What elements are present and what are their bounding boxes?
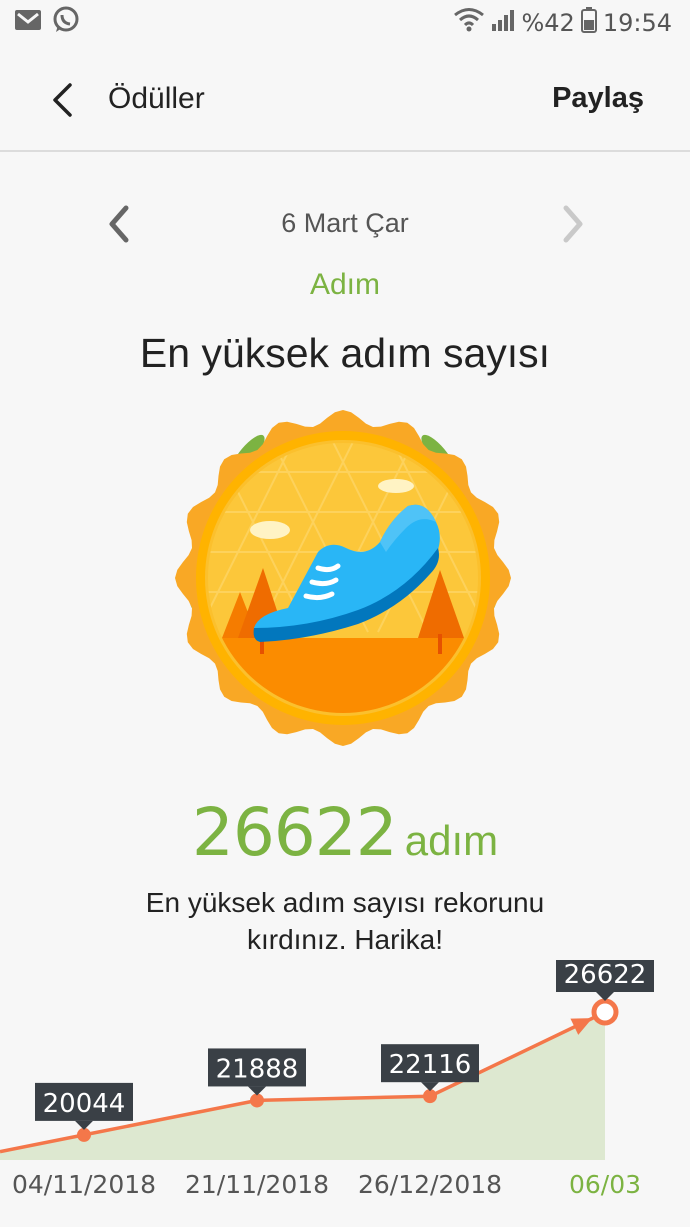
app-bar: Ödüller Paylaş — [0, 52, 690, 152]
battery-percent: %42 — [521, 9, 575, 37]
chart-point — [77, 1127, 91, 1142]
chart-value-label: 26622 — [556, 960, 654, 1002]
chart-value-label: 20044 — [35, 1082, 133, 1130]
back-button[interactable] — [40, 78, 84, 122]
running-shoe-medal-icon — [175, 410, 511, 746]
x-tick-label: 21/11/2018 — [185, 1170, 329, 1199]
chart-value-label: 21888 — [208, 1048, 306, 1096]
award-message: En yüksek adım sayısı rekorunu kırdınız.… — [145, 887, 545, 955]
chevron-left-icon — [53, 83, 72, 117]
x-tick-label: 26/12/2018 — [358, 1170, 502, 1199]
chart-point-current — [591, 998, 619, 1026]
step-count-unit: adım — [404, 817, 499, 864]
step-count-value: 26622 — [191, 794, 398, 871]
share-button[interactable]: Paylaş — [552, 82, 644, 115]
date-navigator: 6 Mart Çar — [0, 196, 690, 256]
page-title: Ödüller — [108, 82, 205, 115]
x-tick-label: 04/11/2018 — [12, 1170, 156, 1199]
svg-text:20044: 20044 — [43, 1089, 126, 1119]
signal-icon — [491, 8, 515, 38]
award-category: Adım — [309, 268, 381, 301]
svg-text:22116: 22116 — [389, 1050, 472, 1080]
award-title: En yüksek adım sayısı — [139, 330, 551, 376]
chart-point — [423, 1089, 437, 1104]
battery-icon — [580, 7, 597, 39]
gmail-icon — [14, 9, 42, 37]
step-history-chart: 20044 04/11/2018 21888 21/11/2018 22116 26/12… — [0, 960, 654, 1199]
wifi-icon — [453, 7, 485, 39]
step-count: 26622 adım — [0, 794, 690, 871]
svg-text:26622: 26622 — [564, 960, 647, 990]
chart-point — [250, 1093, 264, 1108]
clock: 19:54 — [602, 9, 672, 37]
svg-text:21888: 21888 — [216, 1054, 299, 1084]
next-date-button[interactable] — [552, 202, 592, 246]
whatsapp-icon — [52, 6, 80, 40]
x-tick-label: 06/03 — [569, 1170, 641, 1199]
status-bar: %42 19:54 — [0, 0, 690, 46]
chevron-right-icon — [563, 205, 583, 243]
